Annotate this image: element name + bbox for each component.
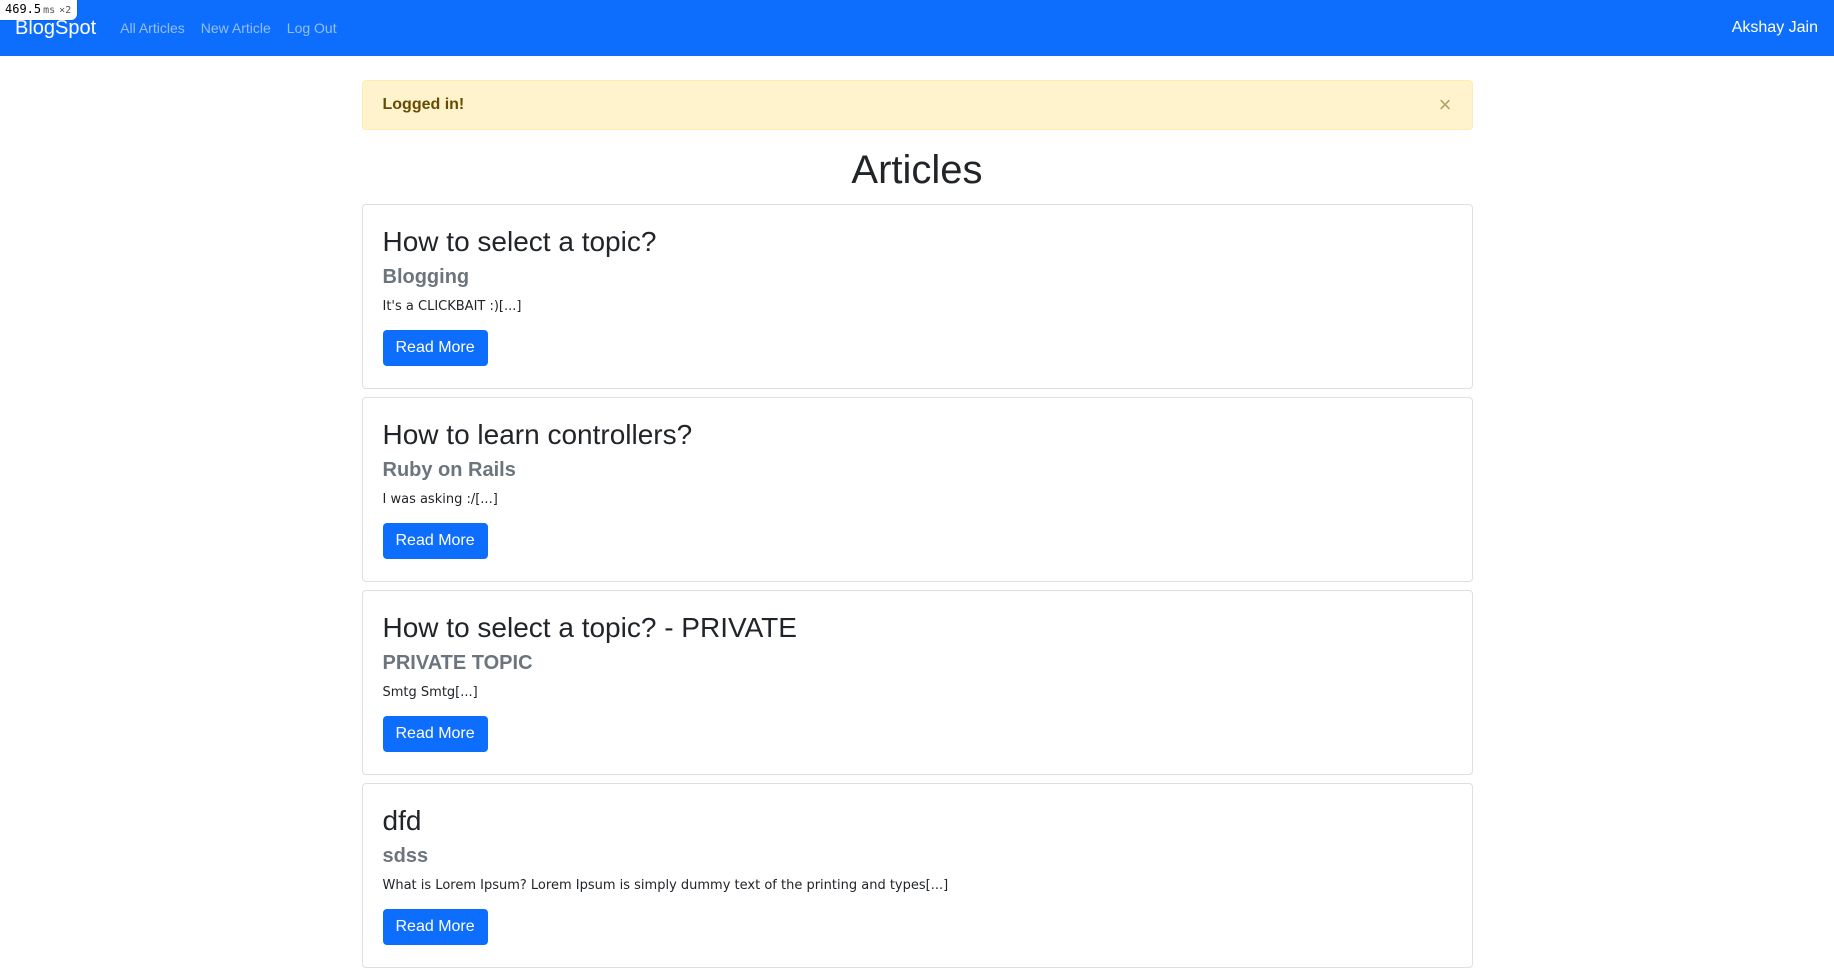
perf-multiplier: ×2 <box>59 5 72 16</box>
article-title: How to select a topic? - PRIVATE <box>382 612 797 643</box>
nav-link-new-article[interactable]: New Article <box>201 20 271 36</box>
flash-alert: Logged in! × <box>361 80 1473 130</box>
top-navbar: BlogSpot All Articles New Article Log Ou… <box>0 0 1834 56</box>
read-more-button[interactable]: Read More <box>382 522 488 559</box>
article-excerpt: It's a CLICKBAIT :)[...] <box>382 298 522 314</box>
close-icon[interactable]: × <box>1439 94 1452 116</box>
article-topic: sdss <box>382 844 429 867</box>
article-topic: Blogging <box>382 265 470 288</box>
article-card: How to select a topic? Blogging It's a C… <box>361 204 1473 389</box>
read-more-button[interactable]: Read More <box>382 715 488 752</box>
article-title: How to select a topic? <box>382 226 657 257</box>
article-excerpt: I was asking :/[...] <box>382 491 498 507</box>
read-more-button[interactable]: Read More <box>382 329 488 366</box>
article-excerpt: Smtg Smtg[...] <box>382 684 478 700</box>
article-title: dfd <box>382 805 422 836</box>
main-container: Logged in! × Articles How to select a to… <box>361 80 1473 968</box>
article-card: How to learn controllers? Ruby on Rails … <box>361 397 1473 582</box>
article-card: How to select a topic? - PRIVATE PRIVATE… <box>361 590 1473 775</box>
article-excerpt: What is Lorem Ipsum? Lorem Ipsum is simp… <box>382 877 949 893</box>
article-title: How to learn controllers? <box>382 419 693 450</box>
article-card: dfd sdss What is Lorem Ipsum? Lorem Ipsu… <box>361 783 1473 968</box>
article-topic: Ruby on Rails <box>382 458 516 481</box>
perf-value: 469.5 <box>5 2 42 16</box>
page-title: Articles <box>851 148 983 192</box>
nav-link-log-out[interactable]: Log Out <box>287 20 337 36</box>
alert-message: Logged in! <box>382 96 465 113</box>
perf-overlay: 469.5 ms ×2 <box>0 0 78 20</box>
read-more-button[interactable]: Read More <box>382 908 488 945</box>
current-user-name: Akshay Jain <box>1731 19 1818 36</box>
perf-unit: ms <box>43 5 56 16</box>
article-topic: PRIVATE TOPIC <box>382 651 533 674</box>
nav-link-all-articles[interactable]: All Articles <box>120 20 185 36</box>
